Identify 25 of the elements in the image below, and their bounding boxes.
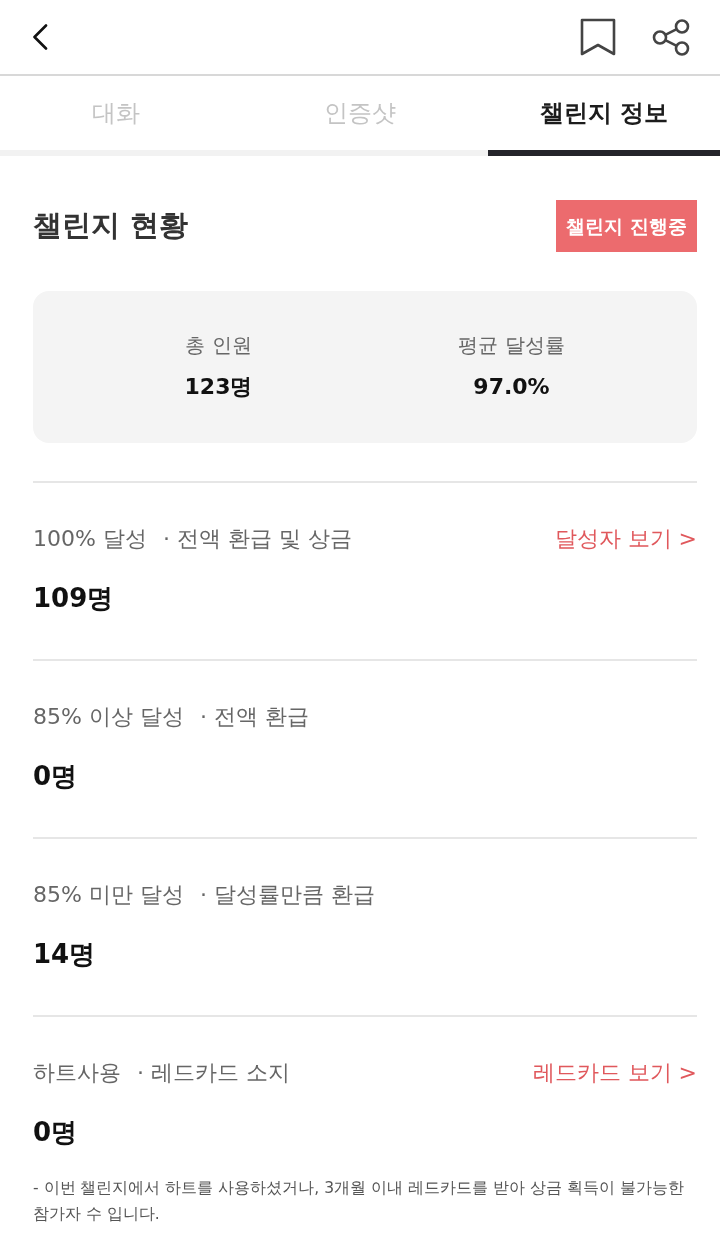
group-condition: 85% 미만 달성 xyxy=(33,881,184,909)
tab[interactable]: 챌린지 정보 xyxy=(488,76,720,156)
group-benefit: · 달성률만큼 환급 xyxy=(199,881,375,909)
group-condition: 100% 달성 xyxy=(33,525,147,553)
stat-value: 97.0% xyxy=(473,373,550,401)
group-count: 109명 xyxy=(33,582,114,615)
section-title: 챌린지 현황 xyxy=(33,207,189,244)
share-icon[interactable] xyxy=(652,18,690,56)
stat-value: 123명 xyxy=(184,373,253,401)
group-benefit: · 레드카드 소지 xyxy=(137,1059,290,1087)
group-count: 0명 xyxy=(33,760,78,793)
status-badge: 챌린지 진행중 xyxy=(556,200,697,252)
stat-label: 총 인원 xyxy=(185,332,252,358)
back-icon[interactable] xyxy=(32,24,48,50)
view-link[interactable]: 달성자 보기 > xyxy=(554,524,697,554)
group-count: 0명 xyxy=(33,1116,78,1149)
group-benefit: · 전액 환급 및 상금 xyxy=(162,525,352,553)
group-condition: 85% 이상 달성 xyxy=(33,703,184,731)
group-benefit: · 전액 환급 xyxy=(199,703,309,731)
group-condition: 하트사용 xyxy=(33,1059,121,1087)
view-link[interactable]: 레드카드 보기 > xyxy=(532,1058,697,1088)
group-note: - 이번 챌린지에서 하트를 사용하셨거나, 3개월 이내 레드카드를 받아 상금 획득이 불가능한 참가자 수 입니다. xyxy=(33,1178,685,1225)
bookmark-icon[interactable] xyxy=(580,18,616,56)
stat-label: 평균 달성률 xyxy=(458,332,565,358)
group-count: 14명 xyxy=(33,938,96,971)
